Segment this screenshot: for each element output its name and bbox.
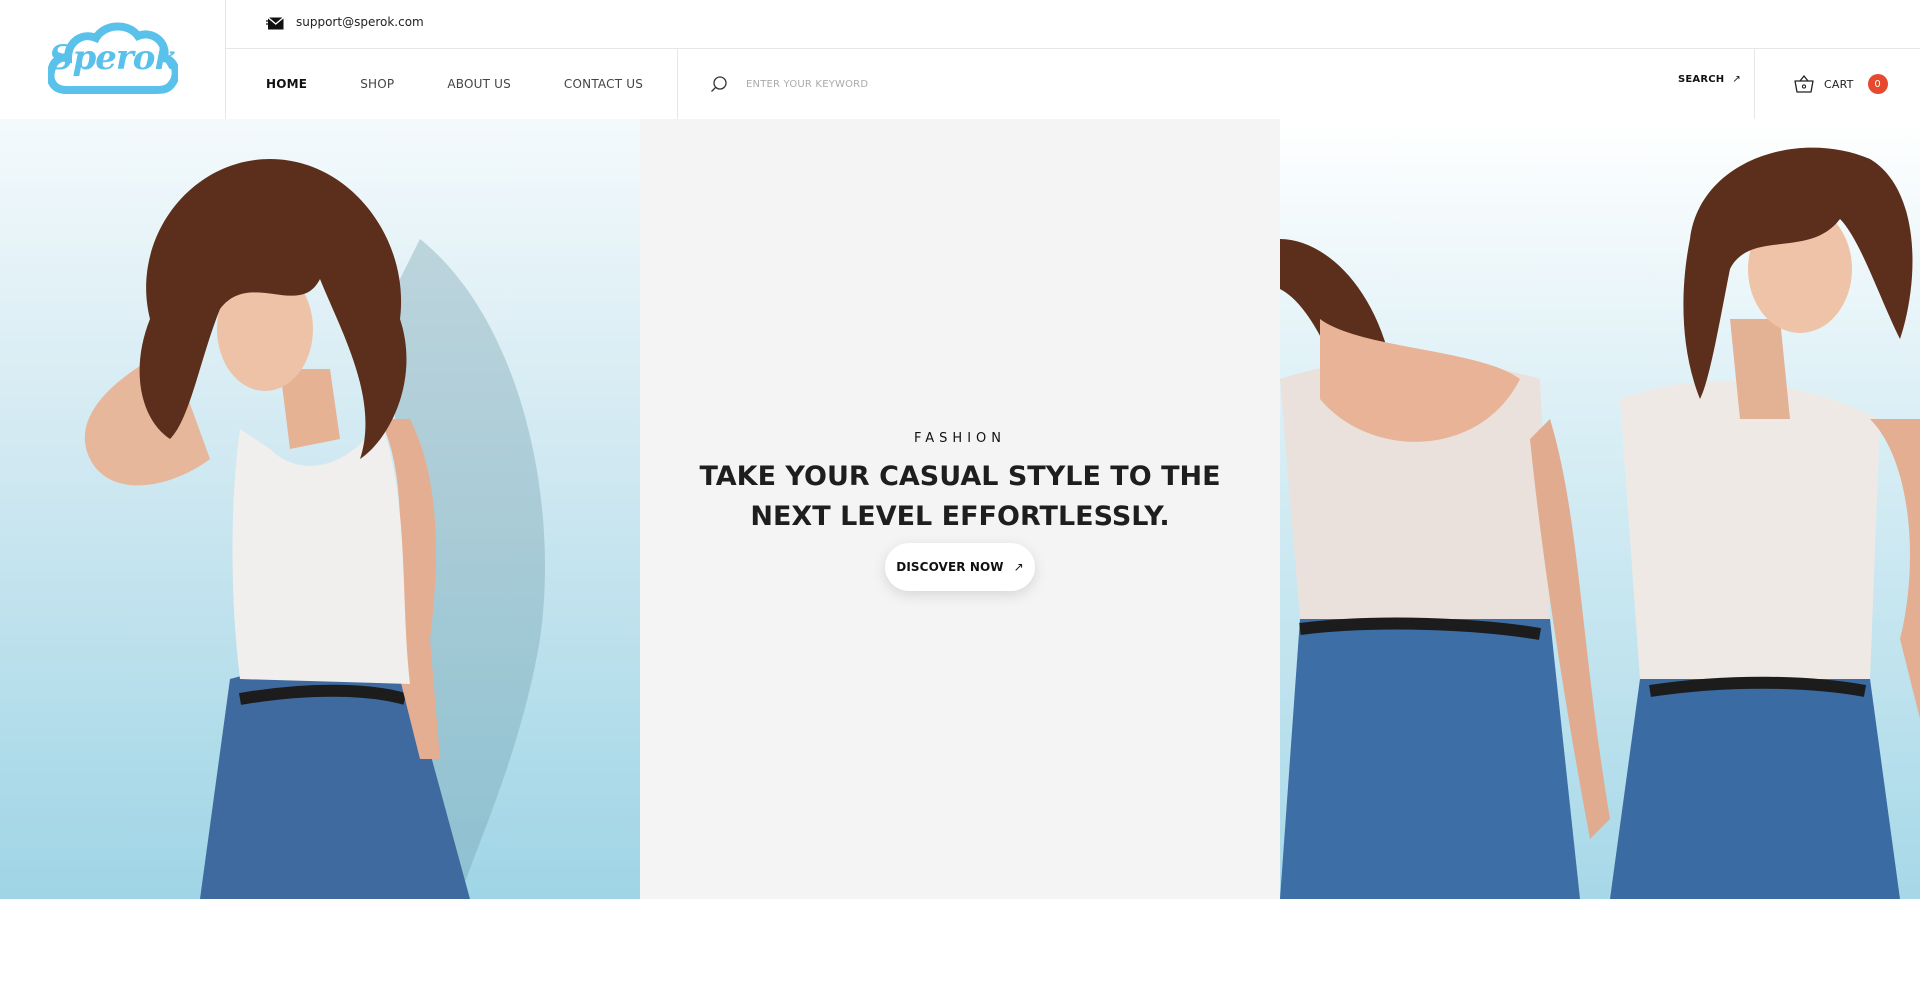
cart-label: CART	[1824, 77, 1854, 91]
nav-item-about-us[interactable]: ABOUT US	[447, 77, 511, 91]
logo[interactable]: Sperok	[46, 20, 180, 98]
search-button-label: SEARCH	[1678, 74, 1725, 85]
nav-divider	[677, 49, 678, 119]
nav-item-contact-us[interactable]: CONTACT US	[564, 77, 643, 91]
model-photo-right	[1280, 147, 1920, 899]
nav-item-shop[interactable]: SHOP	[360, 77, 394, 91]
cart-divider	[1754, 49, 1755, 119]
search-icon	[711, 76, 727, 92]
search-button[interactable]: SEARCH ↗	[1678, 74, 1741, 85]
hero-kicker: FASHION	[914, 431, 1006, 446]
arrow-up-right-icon: ↗	[1732, 74, 1741, 85]
cart-count-badge: 0	[1867, 74, 1888, 94]
arrow-up-right-icon: ↗	[1013, 560, 1024, 574]
logo-cell: Sperok	[0, 0, 226, 119]
hero-content: FASHION TAKE YOUR CASUAL STYLE TO THE NE…	[640, 119, 1280, 899]
discover-now-label: DISCOVER NOW	[896, 560, 1004, 574]
discover-now-button[interactable]: DISCOVER NOW ↗	[885, 543, 1035, 591]
top-bar: support@sperok.com	[226, 0, 1920, 49]
nav-item-home[interactable]: HOME	[266, 77, 307, 91]
hero-title: TAKE YOUR CASUAL STYLE TO THE NEXT LEVEL…	[699, 461, 1221, 532]
hero-banner: FASHION TAKE YOUR CASUAL STYLE TO THE NE…	[0, 119, 1920, 899]
mail-icon	[266, 17, 284, 30]
search-input[interactable]	[744, 71, 1344, 97]
hero-image-left	[0, 119, 640, 899]
model-photo-left	[84, 159, 545, 899]
support-email-link[interactable]: support@sperok.com	[296, 15, 424, 29]
site-header: Sperok support@sperok.com HOME SHOP ABOU…	[0, 0, 1920, 119]
logo-text: Sperok	[48, 38, 178, 78]
hero-image-right	[1280, 119, 1920, 899]
main-navbar: HOME SHOP ABOUT US CONTACT US SEARCH ↗ CA…	[226, 49, 1920, 119]
basket-icon	[1794, 75, 1814, 93]
cart-button[interactable]: CART 0	[1794, 71, 1888, 97]
main-nav: HOME SHOP ABOUT US CONTACT US	[266, 49, 696, 119]
